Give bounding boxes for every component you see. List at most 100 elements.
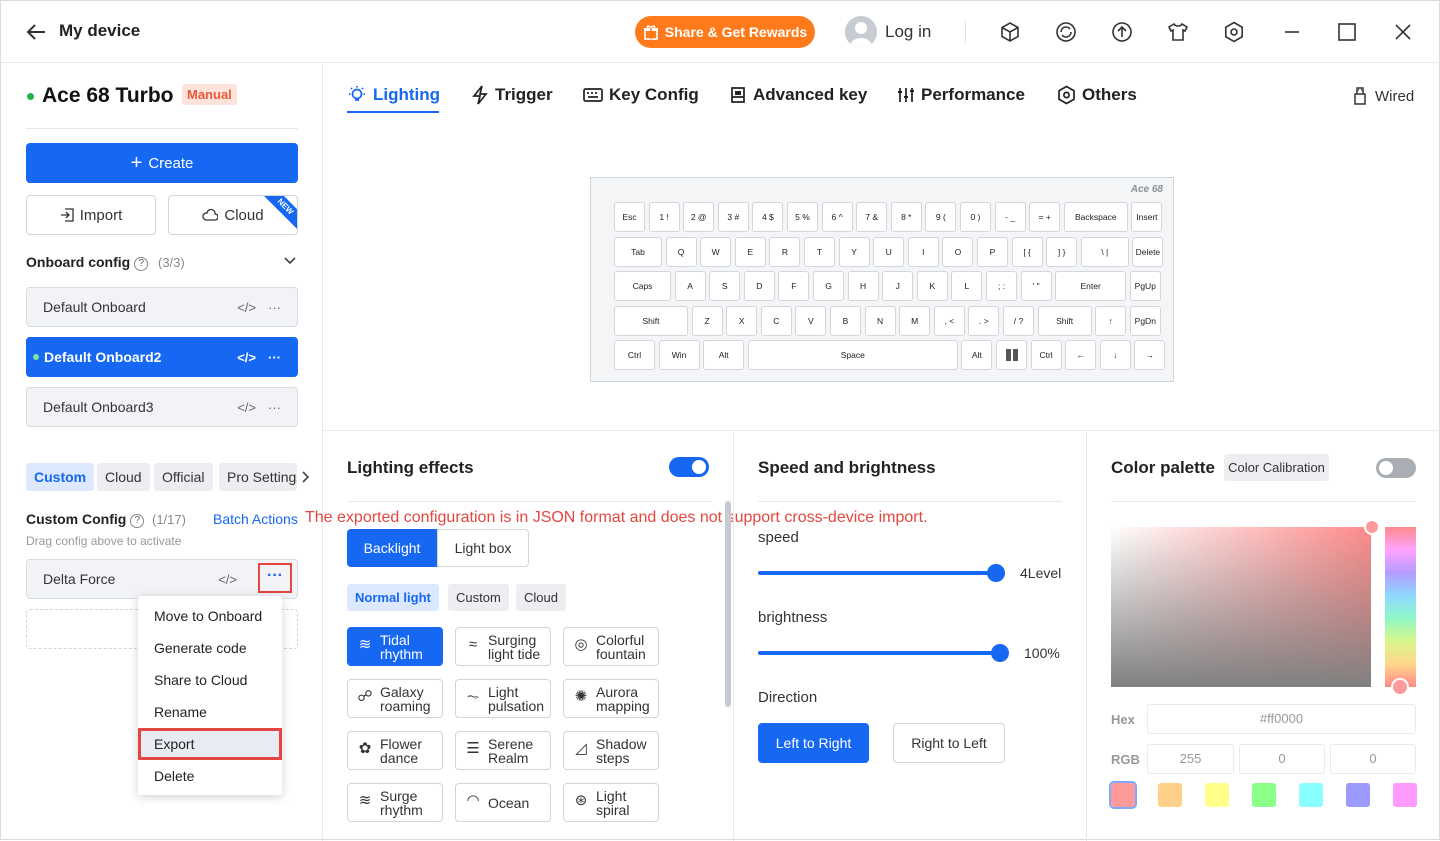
speed-slider-handle[interactable]: [987, 564, 1005, 582]
tshirt-icon[interactable]: [1166, 20, 1190, 44]
color-swatch[interactable]: [1393, 783, 1417, 807]
key-alt[interactable]: Alt: [961, 340, 993, 370]
key-5[interactable]: 5 %: [787, 202, 818, 232]
rgb-blue-input[interactable]: 0: [1330, 744, 1416, 774]
effect-shadow-steps[interactable]: ◿ Shadow steps: [563, 731, 659, 770]
menu-item-share-to-cloud[interactable]: Share to Cloud: [138, 664, 282, 696]
category-normal-light[interactable]: Normal light: [347, 584, 439, 611]
key-symbol[interactable]: ] }: [1046, 237, 1078, 267]
key-symbol[interactable]: ; :: [986, 271, 1017, 301]
upload-icon[interactable]: [1110, 20, 1134, 44]
left-to-right-button[interactable]: Left to Right: [758, 723, 869, 763]
code-icon[interactable]: </>: [218, 572, 237, 587]
tab-trigger[interactable]: Trigger: [471, 85, 553, 105]
key-symbol[interactable]: - _: [994, 202, 1026, 232]
color-swatch[interactable]: [1346, 783, 1370, 807]
avatar[interactable]: [845, 16, 877, 48]
key-4[interactable]: 4 $: [752, 202, 784, 232]
color-swatch[interactable]: [1205, 783, 1229, 807]
key-q[interactable]: Q: [665, 237, 697, 267]
key-shift[interactable]: Shift: [1037, 306, 1092, 336]
more-icon[interactable]: ···: [268, 400, 281, 415]
hue-slider-handle[interactable]: [1391, 678, 1409, 696]
key-c[interactable]: C: [760, 306, 792, 336]
key-t[interactable]: T: [804, 237, 835, 267]
key-tab[interactable]: Tab: [614, 237, 662, 267]
key-h[interactable]: H: [847, 271, 879, 301]
color-calibration-button[interactable]: Color Calibration: [1224, 454, 1329, 481]
effect-galaxy-roaming[interactable]: ☍ Galaxy roaming: [347, 679, 443, 718]
effect-serene-realm[interactable]: ☰ Serene Realm: [455, 731, 551, 770]
key-symbol[interactable]: / ?: [1003, 306, 1034, 336]
color-picker-handle[interactable]: [1364, 519, 1380, 535]
key-fn[interactable]: [996, 340, 1027, 370]
effect-tidal-rhythm[interactable]: ≋ Tidal rhythm: [347, 627, 443, 666]
key-k[interactable]: K: [916, 271, 948, 301]
key-m[interactable]: M: [899, 306, 931, 336]
key-symbol[interactable]: ←: [1065, 340, 1097, 370]
key-symbol[interactable]: = +: [1029, 202, 1061, 232]
scrollbar[interactable]: [725, 501, 731, 707]
help-icon[interactable]: ?: [134, 257, 149, 271]
key-ctrl[interactable]: Ctrl: [1030, 340, 1062, 370]
maximize-icon[interactable]: [1335, 20, 1359, 44]
more-options-button[interactable]: ···: [258, 563, 292, 593]
key-z[interactable]: Z: [691, 306, 723, 336]
key-1[interactable]: 1 !: [648, 202, 680, 232]
key-e[interactable]: E: [734, 237, 766, 267]
effect-ocean[interactable]: ◠ Ocean: [455, 783, 551, 822]
key-j[interactable]: J: [882, 271, 914, 301]
filter-tab-custom[interactable]: Custom: [26, 463, 95, 491]
brightness-slider-handle[interactable]: [991, 644, 1009, 662]
hue-slider[interactable]: [1385, 527, 1416, 687]
key-p[interactable]: P: [977, 237, 1008, 267]
color-swatch[interactable]: [1158, 783, 1182, 807]
backlight-tab[interactable]: Backlight: [347, 529, 437, 567]
key-9[interactable]: 9 (: [925, 202, 957, 232]
key-y[interactable]: Y: [838, 237, 870, 267]
key-symbol[interactable]: ' ": [1020, 271, 1052, 301]
effect-aurora-mapping[interactable]: ✺ Aurora mapping: [563, 679, 659, 718]
key-a[interactable]: A: [674, 271, 706, 301]
effect-light-pulsation[interactable]: ⏦ Light pulsation: [455, 679, 551, 718]
key-esc[interactable]: Esc: [614, 202, 645, 232]
key-b[interactable]: B: [830, 306, 861, 336]
key-w[interactable]: W: [700, 237, 732, 267]
menu-item-move-to-onboard[interactable]: Move to Onboard: [138, 600, 282, 632]
key-i[interactable]: I: [907, 237, 939, 267]
key-l[interactable]: L: [951, 271, 983, 301]
close-icon[interactable]: [1391, 20, 1415, 44]
key-u[interactable]: U: [873, 237, 905, 267]
key-d[interactable]: D: [743, 271, 775, 301]
create-button[interactable]: + Create: [26, 143, 298, 183]
rgb-green-input[interactable]: 0: [1239, 744, 1325, 774]
palette-toggle[interactable]: [1376, 458, 1416, 478]
right-to-left-button[interactable]: Right to Left: [893, 723, 1005, 763]
menu-item-delete[interactable]: Delete: [138, 760, 282, 792]
chevron-down-icon[interactable]: [283, 256, 297, 266]
speed-slider-track[interactable]: [758, 571, 996, 575]
minimize-icon[interactable]: [1280, 20, 1304, 44]
key-pgup[interactable]: PgUp: [1129, 271, 1161, 301]
key-0[interactable]: 0 ): [960, 202, 991, 232]
cloud-sync-icon[interactable]: [1054, 20, 1078, 44]
code-icon[interactable]: </>: [237, 400, 256, 415]
key-s[interactable]: S: [709, 271, 741, 301]
key-caps[interactable]: Caps: [614, 271, 671, 301]
cloud-button[interactable]: Cloud NEW: [168, 195, 298, 235]
menu-item-rename[interactable]: Rename: [138, 696, 282, 728]
key-backspace[interactable]: Backspace: [1063, 202, 1128, 232]
key-shift[interactable]: Shift: [614, 306, 688, 336]
key-6[interactable]: 6 ^: [821, 202, 853, 232]
key-symbol[interactable]: →: [1134, 340, 1166, 370]
key-symbol[interactable]: ↑: [1095, 306, 1127, 336]
effect-light-spiral[interactable]: ⊛ Light spiral: [563, 783, 659, 822]
key-delete[interactable]: Delete: [1132, 237, 1164, 267]
key-space[interactable]: Space: [747, 340, 958, 370]
tab-key-config[interactable]: Key Config: [583, 85, 699, 105]
key-x[interactable]: X: [726, 306, 758, 336]
filter-tab-pro-settings[interactable]: Pro Settings: [219, 463, 297, 491]
key-ctrl[interactable]: Ctrl: [614, 340, 655, 370]
code-icon[interactable]: </>: [237, 350, 256, 365]
code-icon[interactable]: </>: [237, 300, 256, 315]
